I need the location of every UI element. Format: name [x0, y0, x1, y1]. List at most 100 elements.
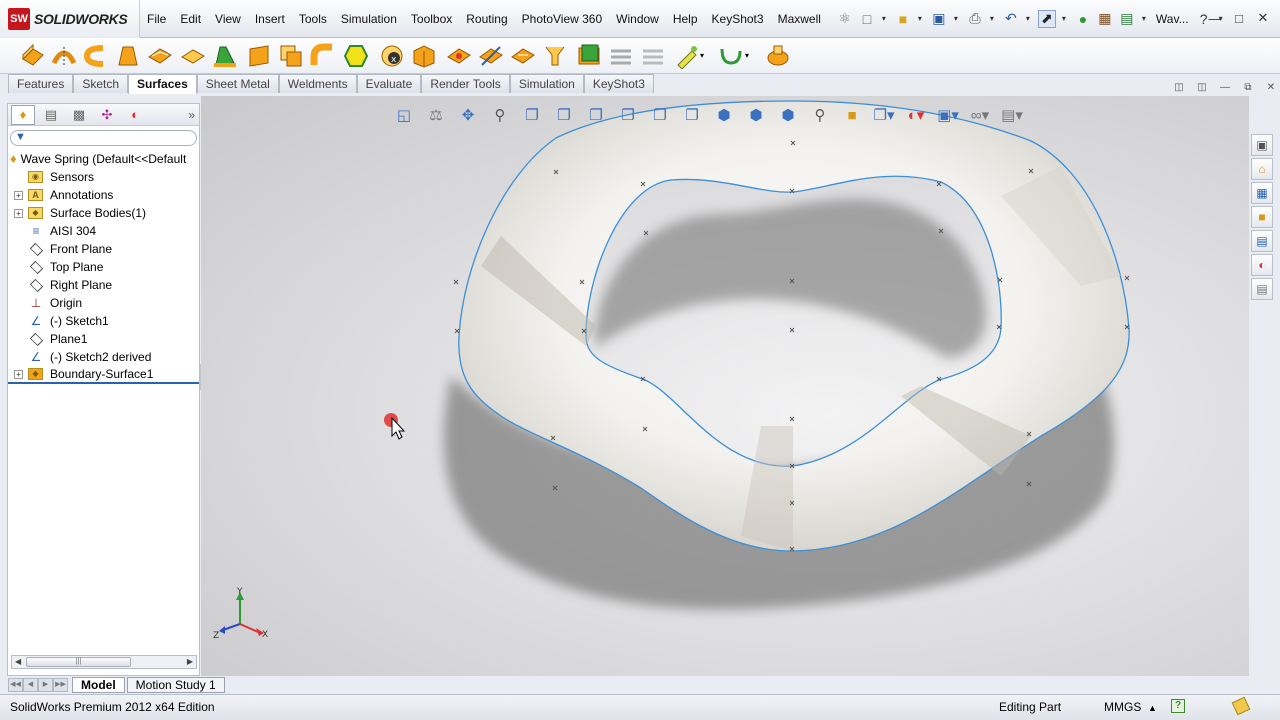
tab-evaluate[interactable]: Evaluate — [356, 74, 422, 93]
display-manager-tab-icon[interactable]: ◐ — [123, 105, 147, 125]
menu-keyshot3[interactable]: KeyShot3 — [705, 0, 771, 38]
view-left-icon[interactable]: ❐ — [585, 104, 607, 126]
menu-toolbox[interactable]: Toolbox — [404, 0, 459, 38]
revolved-surface-icon[interactable] — [51, 43, 77, 69]
delete-face-icon[interactable]: x — [379, 43, 405, 69]
thickened-cut-icon[interactable] — [608, 43, 634, 69]
menu-file[interactable]: File — [140, 0, 173, 38]
property-manager-tab-icon[interactable]: ▤ — [39, 105, 63, 125]
menu-insert[interactable]: Insert — [248, 0, 292, 38]
tree-item-top-plane[interactable]: Top Plane — [8, 258, 199, 276]
menu-maxwell[interactable]: Maxwell — [771, 0, 828, 38]
knit-surface-icon[interactable] — [542, 43, 568, 69]
undo-dropdown-icon[interactable]: ▾ — [1024, 10, 1032, 28]
view-right-icon[interactable]: ❐ — [617, 104, 639, 126]
instant3d-icon[interactable] — [765, 43, 791, 69]
boundary-surface-icon[interactable] — [147, 43, 173, 69]
select-dropdown-icon[interactable]: ▾ — [1060, 10, 1068, 28]
tree-item-boundary-surface1[interactable]: + ◆ Boundary-Surface1 — [8, 366, 199, 384]
new-document-icon[interactable]: □ — [858, 10, 876, 28]
open-dropdown-icon[interactable]: ▾ — [916, 10, 924, 28]
tab-motion-study-1[interactable]: Motion Study 1 — [126, 677, 225, 693]
pan-icon[interactable]: ✥ — [457, 104, 479, 126]
viewport-close-icon[interactable]: ✕ — [1262, 82, 1280, 96]
view-palette-icon[interactable]: ▤ — [1251, 230, 1273, 252]
extend-surface-icon[interactable] — [446, 43, 472, 69]
offset-surface-icon[interactable] — [246, 43, 272, 69]
filled-surface-icon[interactable] — [180, 43, 206, 69]
expand-icon[interactable]: + — [14, 208, 23, 218]
split-view-vertical-icon[interactable]: ◫ — [1193, 82, 1211, 96]
tab-sketch[interactable]: Sketch — [73, 74, 129, 93]
open-folder-icon[interactable]: ■ — [894, 10, 912, 28]
tab-sheet-metal[interactable]: Sheet Metal — [196, 74, 279, 93]
zoom-icon[interactable]: ⚲ — [489, 104, 511, 126]
tab-weldments[interactable]: Weldments — [278, 74, 357, 93]
view-orientation-icon[interactable]: ❐▾ — [873, 104, 895, 126]
save-icon[interactable]: ▣ — [930, 10, 948, 28]
tree-item-right-plane[interactable]: Right Plane — [8, 276, 199, 294]
zoom-to-fit-icon[interactable]: ◱ — [393, 104, 415, 126]
tree-item-sketch2-derived[interactable]: ∠ (-) Sketch2 derived — [8, 348, 199, 366]
section-view-icon[interactable]: ■ — [841, 104, 863, 126]
wave-spring-model[interactable]: Y X Z — [201, 96, 1249, 676]
next-tab-icon[interactable]: ▶ — [38, 678, 53, 692]
swept-surface-icon[interactable] — [83, 43, 109, 69]
print-dropdown-icon[interactable]: ▾ — [988, 10, 996, 28]
feature-tree-filter[interactable]: ▼ — [10, 130, 197, 146]
isometric-view-icon[interactable]: ⬢ — [713, 104, 735, 126]
menu-view[interactable]: View — [208, 0, 248, 38]
zoom-to-selection-icon[interactable]: ⚲ — [809, 104, 831, 126]
tree-root-part[interactable]: ♦ Wave Spring (Default<<Default — [8, 150, 199, 168]
options-dropdown-icon[interactable]: ▾ — [1140, 10, 1148, 28]
quick-tips-help-icon[interactable]: ? — [1171, 699, 1185, 713]
display-style-icon[interactable]: ▣▾ — [937, 104, 959, 126]
expand-icon[interactable]: + — [14, 190, 23, 200]
unit-system-dropdown-icon[interactable]: ▲ — [1148, 698, 1157, 718]
configuration-manager-tab-icon[interactable]: ▩ — [67, 105, 91, 125]
tree-item-plane1[interactable]: Plane1 — [8, 330, 199, 348]
scrollbar-thumb[interactable]: ||| — [26, 657, 131, 667]
feature-manager-tab-icon[interactable]: ♦ — [11, 104, 35, 125]
menu-edit[interactable]: Edit — [173, 0, 208, 38]
menu-simulation[interactable]: Simulation — [334, 0, 404, 38]
expand-panel-icon[interactable]: » — [188, 108, 195, 122]
menu-photoview-360[interactable]: PhotoView 360 — [515, 0, 610, 38]
tab-render-tools[interactable]: Render Tools — [421, 74, 510, 93]
dimetric-view-icon[interactable]: ⬢ — [777, 104, 799, 126]
view-settings-icon[interactable]: ▤▾ — [1001, 104, 1023, 126]
zoom-to-area-icon[interactable]: ⚖ — [425, 104, 447, 126]
tab-simulation[interactable]: Simulation — [509, 74, 584, 93]
tree-item-front-plane[interactable]: Front Plane — [8, 240, 199, 258]
appearance-icon[interactable]: ◐▾ — [905, 104, 927, 126]
menu-help[interactable]: Help — [666, 0, 705, 38]
view-front-icon[interactable]: ❐ — [521, 104, 543, 126]
minimize-icon[interactable]: — — [1204, 8, 1226, 28]
pin-icon[interactable]: ⚛ — [836, 10, 854, 28]
horizontal-scrollbar[interactable]: ◀ ||| ▶ — [11, 655, 197, 669]
dimxpert-manager-tab-icon[interactable]: ✣ — [95, 105, 119, 125]
tree-item-sketch1[interactable]: ∠ (-) Sketch1 — [8, 312, 199, 330]
expand-icon[interactable]: + — [14, 369, 23, 379]
view-top-icon[interactable]: ❐ — [649, 104, 671, 126]
select-arrow-icon[interactable]: ⬈ — [1037, 9, 1056, 28]
close-icon[interactable]: ✕ — [1252, 8, 1274, 28]
rebuild-traffic-light-icon[interactable]: ● — [1074, 10, 1092, 28]
split-view-icon[interactable]: ◫ — [1170, 82, 1188, 96]
restore-icon[interactable]: □ — [1228, 8, 1250, 28]
undo-icon[interactable]: ↶ — [1002, 10, 1020, 28]
view-bottom-icon[interactable]: ❐ — [681, 104, 703, 126]
viewport-restore-icon[interactable]: ⧉ — [1239, 82, 1257, 96]
unit-system-selector[interactable]: MMGS — [1104, 697, 1141, 717]
viewport-minimize-icon[interactable]: — — [1216, 82, 1234, 96]
menu-window[interactable]: Window — [609, 0, 666, 38]
freeform-icon[interactable] — [674, 43, 700, 70]
appearances-scenes-icon[interactable]: ◐ — [1251, 254, 1273, 276]
home-icon[interactable]: ⌂ — [1251, 158, 1273, 180]
solidworks-logo[interactable]: SW SOLIDWORKS — [0, 0, 140, 38]
untrim-surface-icon[interactable] — [510, 43, 536, 69]
lofted-surface-icon[interactable] — [115, 43, 141, 69]
tab-model[interactable]: Model — [72, 677, 125, 693]
fillet-icon[interactable] — [310, 43, 336, 69]
tab-surfaces[interactable]: Surfaces — [128, 74, 197, 94]
